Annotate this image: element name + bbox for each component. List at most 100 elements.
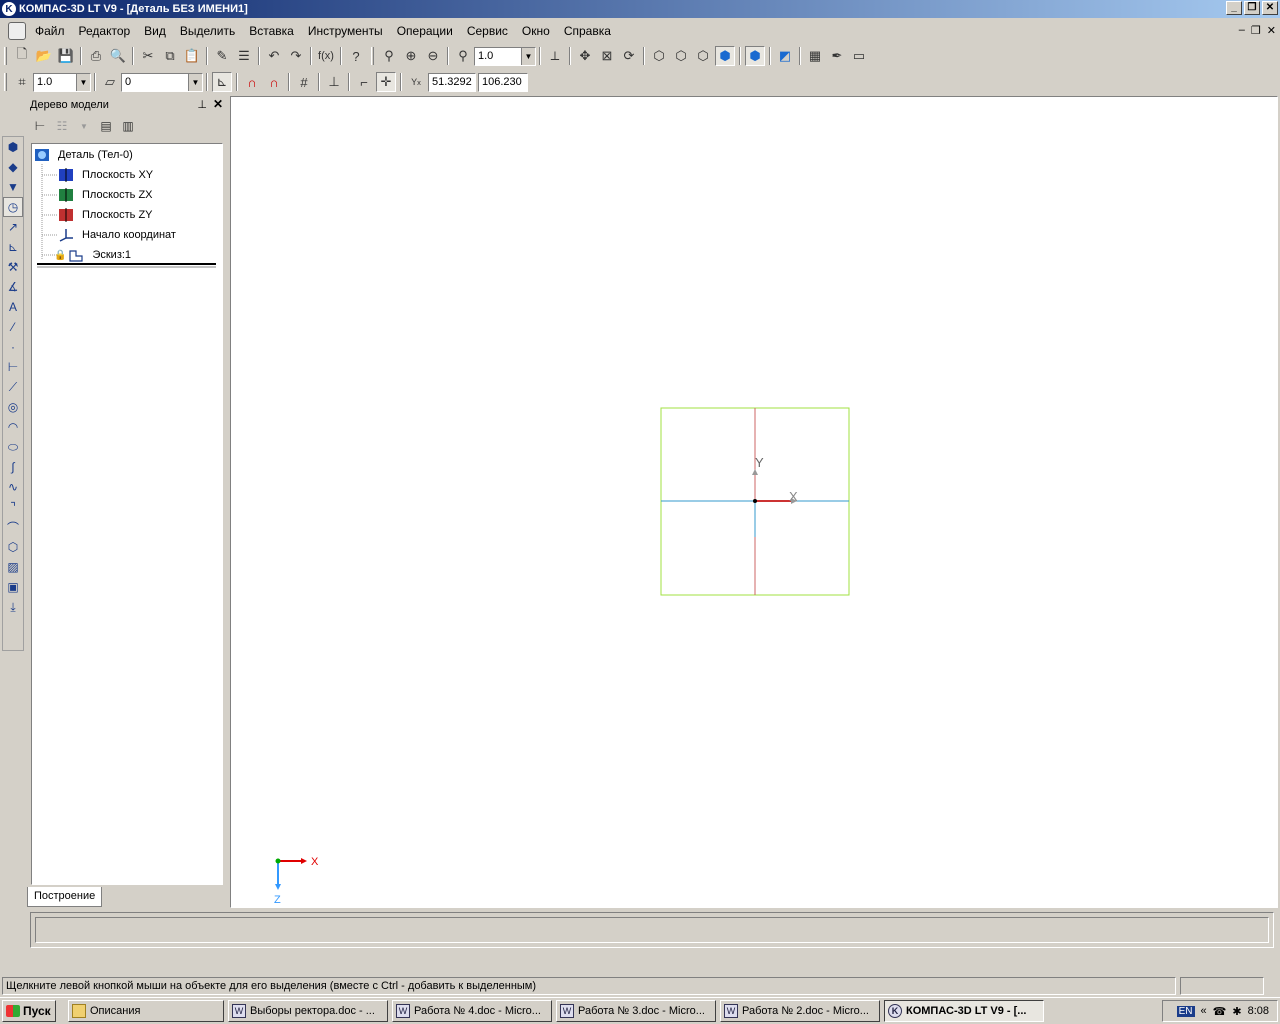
projection-icon[interactable]: ⤓ <box>3 597 23 617</box>
tree-node-part[interactable]: Деталь (Тел-0) <box>34 145 133 165</box>
dimensions-icon[interactable]: ⊾ <box>3 237 23 257</box>
coord-x-field[interactable]: 51.3292 <box>428 72 476 92</box>
step-icon[interactable]: ⌗ <box>12 72 32 92</box>
orientation-icon[interactable]: ⟂ <box>545 46 565 66</box>
tree-node-origin[interactable]: Начало координат <box>58 225 176 245</box>
select-icon[interactable]: ⁄ <box>3 317 23 337</box>
tree-node-plane-zx[interactable]: Плоскость ZX <box>58 185 153 205</box>
chevron-left-icon[interactable]: « <box>1201 1005 1207 1017</box>
menu-tools[interactable]: Инструменты <box>301 24 390 38</box>
tree-view-icon[interactable]: ☷ <box>53 117 71 135</box>
cut-icon[interactable]: ✂ <box>138 46 158 66</box>
tree-node-plane-zy[interactable]: Плоскость ZY <box>58 205 153 225</box>
shaded-icon[interactable]: ⬢ <box>715 46 735 66</box>
close-button[interactable]: ✕ <box>1262 1 1278 15</box>
ortho-icon[interactable]: ⌐ <box>354 72 374 92</box>
ellipse-icon[interactable]: ⬭ <box>3 437 23 457</box>
language-indicator[interactable]: EN <box>1176 1005 1195 1017</box>
open-file-icon[interactable]: 📂 <box>34 46 54 66</box>
undo-icon[interactable]: ↶ <box>264 46 284 66</box>
thin-lines-icon[interactable]: ⬡ <box>693 46 713 66</box>
menu-view[interactable]: Вид <box>137 24 173 38</box>
network-icon[interactable]: ☎ <box>1213 1005 1227 1018</box>
zoom-out-icon[interactable]: ⊖ <box>423 46 443 66</box>
tree-doc2-icon[interactable]: ▥ <box>119 117 137 135</box>
wireframe-icon[interactable]: ⬡ <box>649 46 669 66</box>
menu-help[interactable]: Справка <box>557 24 618 38</box>
redo-icon[interactable]: ↷ <box>286 46 306 66</box>
polyline-icon[interactable]: ∿ <box>3 477 23 497</box>
zoom-icon[interactable]: ⚲ <box>379 46 399 66</box>
sketch-mode-icon[interactable]: ⊾ <box>212 72 232 92</box>
menu-operations[interactable]: Операции <box>390 24 460 38</box>
taskbar-item[interactable]: W Работа № 4.doc - Micro... <box>392 1000 552 1022</box>
aux-line-icon[interactable]: ⊢ <box>3 357 23 377</box>
mdi-restore-button[interactable]: ❐ <box>1251 24 1261 37</box>
edit-part-icon[interactable]: ◆ <box>3 157 23 177</box>
segment-icon[interactable]: ⟋ <box>3 377 23 397</box>
coord-y-field[interactable]: 106.230 <box>478 72 528 92</box>
chevron-down-icon[interactable]: ▼ <box>188 73 202 91</box>
chevron-down-icon[interactable]: ▼ <box>76 73 90 91</box>
rotate-icon[interactable]: ⟳ <box>619 46 639 66</box>
restore-button[interactable]: ❐ <box>1244 1 1260 15</box>
shaded-edges-icon[interactable]: ⬢ <box>745 46 765 66</box>
snap-local-icon[interactable]: ∩ <box>264 72 284 92</box>
constraints-icon[interactable]: ⚒ <box>3 257 23 277</box>
mdi-close-button[interactable]: ✕ <box>1267 24 1276 37</box>
tree-node-plane-xy[interactable]: Плоскость XY <box>58 165 153 185</box>
chevron-down-icon[interactable]: ▼ <box>75 117 93 135</box>
grid-icon[interactable]: # <box>294 72 314 92</box>
measure-icon[interactable]: ↗ <box>3 217 23 237</box>
zoom-in-icon[interactable]: ⊕ <box>401 46 421 66</box>
layer-icon[interactable]: ▱ <box>100 72 120 92</box>
chamfer-icon[interactable]: ⌝ <box>3 497 23 517</box>
paste-icon[interactable]: 📋 <box>182 46 202 66</box>
fillet-icon[interactable]: ⌒ <box>3 517 23 537</box>
param-icon[interactable]: A <box>3 297 23 317</box>
tab-build[interactable]: Построение <box>27 887 103 907</box>
copy-icon[interactable]: ⧉ <box>160 46 180 66</box>
menu-select[interactable]: Выделить <box>173 24 242 38</box>
menu-window[interactable]: Окно <box>515 24 557 38</box>
zoom-all-icon[interactable]: ⊠ <box>597 46 617 66</box>
geometry-icon[interactable]: ◷ <box>3 197 23 217</box>
menu-insert[interactable]: Вставка <box>242 24 301 38</box>
start-button[interactable]: Пуск <box>2 1000 56 1022</box>
save-icon[interactable]: 💾 <box>56 46 76 66</box>
point-icon[interactable]: · <box>3 337 23 357</box>
perspective-icon[interactable]: ◩ <box>775 46 795 66</box>
zoom-scale-icon[interactable]: ⚲ <box>453 46 473 66</box>
antivirus-icon[interactable]: ✱ <box>1232 1005 1241 1018</box>
spline-icon[interactable]: ∫ <box>3 457 23 477</box>
print-icon[interactable]: ⎙ <box>86 46 106 66</box>
cursor-snap-icon[interactable]: ✛ <box>376 72 396 92</box>
tree-node-sketch[interactable]: 🔒 Эскиз:1 <box>54 245 131 265</box>
menu-service[interactable]: Сервис <box>460 24 515 38</box>
contour-icon[interactable]: ▣ <box>3 577 23 597</box>
variables-icon[interactable]: f(x) <box>316 46 336 66</box>
menu-edit[interactable]: Редактор <box>72 24 138 38</box>
close-icon[interactable]: ✕ <box>213 97 223 111</box>
filter-icon[interactable]: ▼ <box>3 177 23 197</box>
print-preview-icon[interactable]: 🔍 <box>108 46 128 66</box>
taskbar-item[interactable]: W Работа № 3.doc - Micro... <box>556 1000 716 1022</box>
taskbar-item[interactable]: Описания <box>68 1000 224 1022</box>
mdi-minimize-button[interactable]: – <box>1239 24 1245 37</box>
taskbar-item[interactable]: W Выборы ректора.doc - ... <box>228 1000 388 1022</box>
polygon-icon[interactable]: ⬡ <box>3 537 23 557</box>
minimize-button[interactable]: _ <box>1226 1 1242 15</box>
tree-doc-icon[interactable]: ▤ <box>97 117 115 135</box>
taskbar-item[interactable]: W Работа № 2.doc - Micro... <box>720 1000 880 1022</box>
drawing-canvas[interactable]: Y X X Z <box>230 96 1278 908</box>
properties-icon[interactable]: ✎ <box>212 46 232 66</box>
circle-icon[interactable]: ◎ <box>3 397 23 417</box>
arc-icon[interactable]: ◠ <box>3 417 23 437</box>
document-icon[interactable] <box>8 22 26 40</box>
menu-file[interactable]: Файл <box>28 24 72 38</box>
zoom-combo[interactable]: 1.0 ▼ <box>474 46 536 66</box>
hatch-icon[interactable]: ▨ <box>3 557 23 577</box>
local-cs-icon[interactable]: ⊥ <box>324 72 344 92</box>
new-file-icon[interactable]: 🗋 <box>12 46 32 66</box>
display-icon[interactable]: ▭ <box>849 46 869 66</box>
